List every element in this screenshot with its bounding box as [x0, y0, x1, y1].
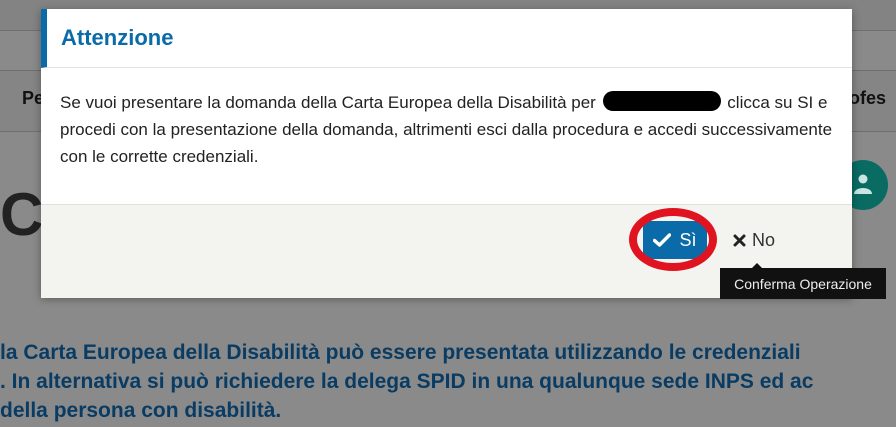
dialog-title: Attenzione [61, 25, 174, 50]
dialog-message: Se vuoi presentare la domanda della Cart… [60, 89, 835, 170]
dialog-header: Attenzione [41, 9, 852, 68]
attention-dialog: Attenzione Se vuoi presentare la domanda… [41, 9, 852, 298]
highlight-circle [629, 208, 717, 271]
confirm-tooltip: Conferma Operazione [720, 263, 886, 299]
info-line: . In alternativa si può richiedere la de… [0, 370, 814, 393]
message-text-start: Se vuoi presentare la domanda della Cart… [60, 93, 596, 112]
info-paragraph: la Carta Europea della Disabilità può es… [0, 338, 896, 425]
redacted-name [602, 91, 721, 111]
no-button-label: No [752, 229, 776, 250]
user-icon [854, 174, 872, 194]
info-line: della persona con disabilità. [0, 399, 282, 422]
no-button[interactable]: No [733, 221, 793, 259]
info-line: la Carta Europea della Disabilità può es… [0, 341, 801, 364]
x-icon [733, 234, 746, 246]
